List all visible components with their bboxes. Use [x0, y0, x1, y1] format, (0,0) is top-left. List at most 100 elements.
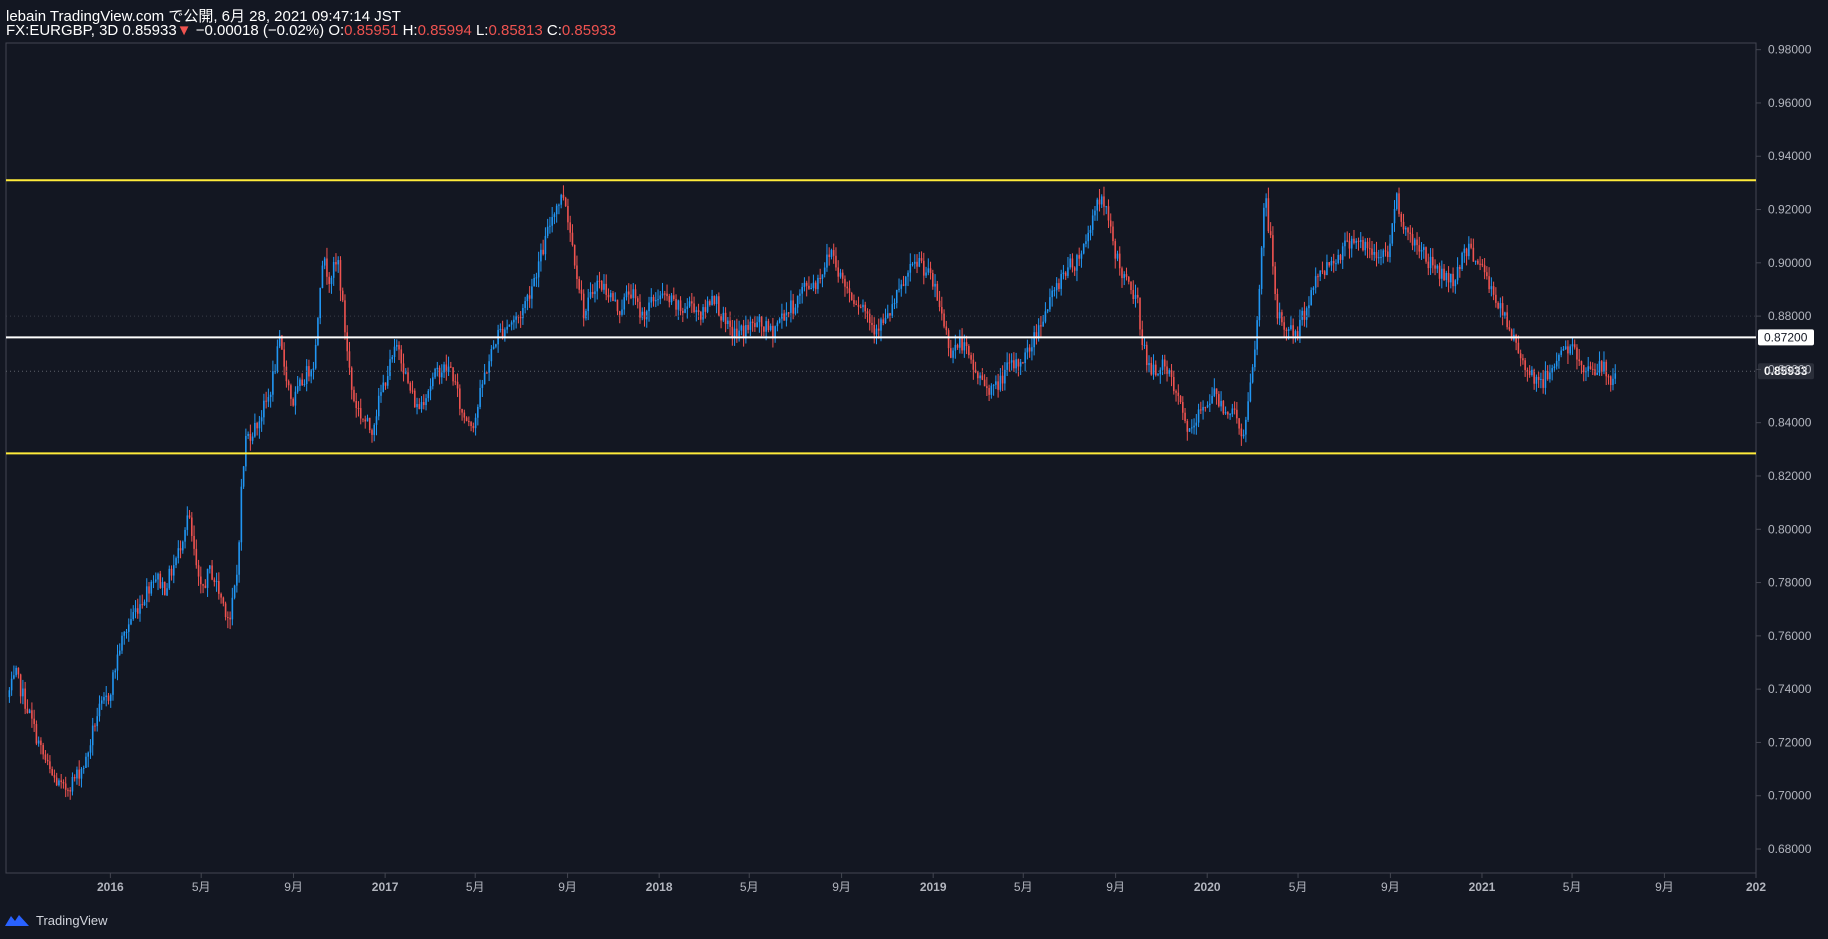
- candle: [1215, 388, 1218, 405]
- candle-body: [141, 604, 144, 606]
- candle-body: [432, 377, 434, 387]
- candle-body: [519, 317, 522, 319]
- candle-body: [1495, 294, 1497, 303]
- candle: [1585, 367, 1587, 382]
- candle-body: [71, 777, 74, 792]
- time-axis[interactable]: 2016 5月 9月 2017 5月 9月 2018 5月 9月 2019 5月 9月 2020 5月 9月…: [97, 873, 1766, 894]
- candle: [477, 404, 479, 426]
- candle-body: [112, 672, 114, 695]
- candle: [965, 335, 968, 355]
- candle-body: [756, 322, 758, 327]
- candle-body: [727, 320, 729, 325]
- candle: [127, 618, 130, 642]
- candle: [639, 294, 641, 324]
- candle: [792, 293, 794, 320]
- candle: [859, 304, 862, 309]
- candle-body: [911, 263, 914, 265]
- candle: [1537, 371, 1540, 388]
- footer-brand[interactable]: TradingView: [36, 913, 108, 928]
- candle: [1254, 340, 1256, 371]
- time-tick-label: 9月: [558, 880, 577, 894]
- candle: [486, 371, 488, 374]
- candle-body: [578, 278, 580, 290]
- candle: [422, 394, 425, 410]
- candle-body: [567, 205, 569, 223]
- candle: [875, 324, 878, 345]
- candle: [91, 717, 94, 756]
- candle-body: [1204, 407, 1207, 409]
- candle-body: [711, 296, 713, 305]
- candle-body: [997, 381, 999, 390]
- candle: [1182, 396, 1184, 420]
- candle-body: [364, 419, 367, 422]
- candle: [332, 256, 335, 286]
- candle-body: [407, 372, 409, 383]
- candle: [1139, 297, 1141, 336]
- time-tick-label: 5月: [1563, 880, 1582, 894]
- price-chart[interactable]: 0.872000.85933 0.68000 0.70000 0.72000 0.74…: [0, 0, 1828, 939]
- candle: [341, 287, 344, 303]
- candle-body: [395, 344, 398, 347]
- candle: [1450, 273, 1452, 289]
- candle-body: [319, 287, 321, 319]
- candle: [179, 540, 182, 559]
- candle-body: [941, 307, 943, 314]
- candle-body: [1195, 422, 1198, 426]
- candle: [1249, 373, 1252, 403]
- candle: [236, 564, 238, 593]
- candle: [1321, 261, 1324, 275]
- candle-body: [1053, 290, 1056, 292]
- candle-body: [1407, 227, 1409, 233]
- candle: [1432, 248, 1434, 274]
- candle: [348, 341, 351, 375]
- candle: [380, 384, 382, 403]
- candle-body: [1418, 245, 1421, 252]
- candle: [1197, 403, 1200, 428]
- candle-body: [1323, 271, 1326, 276]
- candle-body: [522, 307, 524, 319]
- candle-body: [206, 568, 209, 588]
- candle-body: [1569, 346, 1571, 354]
- candle-body: [1105, 206, 1108, 208]
- candle: [889, 312, 891, 322]
- candle-body: [535, 277, 538, 279]
- candle: [267, 388, 270, 408]
- candle-body: [1256, 320, 1258, 350]
- candle-body: [1578, 359, 1580, 362]
- candle: [1148, 355, 1150, 373]
- candle-body: [972, 359, 975, 370]
- candle: [1357, 237, 1360, 251]
- candle-body: [240, 486, 243, 543]
- candle: [1490, 277, 1493, 297]
- candle-body: [454, 381, 457, 383]
- candle-body: [341, 290, 344, 301]
- candle: [314, 338, 317, 370]
- candle-body: [598, 280, 601, 282]
- candle: [677, 299, 680, 320]
- candle: [1019, 358, 1022, 375]
- candle-body: [1132, 290, 1135, 300]
- candle-body: [549, 225, 551, 227]
- candle: [22, 679, 24, 705]
- candle-body: [1265, 198, 1267, 208]
- price-tick-label: 0.70000: [1768, 789, 1812, 803]
- candle: [1567, 340, 1569, 364]
- candle: [479, 379, 481, 410]
- candle-body: [1567, 346, 1569, 354]
- candle: [904, 275, 907, 294]
- candle-body: [163, 581, 166, 596]
- candle: [504, 327, 506, 342]
- candle-body: [1001, 375, 1004, 384]
- candle-body: [918, 258, 921, 267]
- candle-body: [654, 300, 657, 302]
- candle: [182, 540, 184, 554]
- candle-body: [1537, 376, 1540, 380]
- candle-body: [1479, 263, 1481, 265]
- candle-body: [337, 260, 340, 265]
- candle-body: [299, 379, 301, 387]
- candle-body: [335, 261, 337, 265]
- candle: [1073, 266, 1076, 276]
- candle: [233, 584, 236, 600]
- candle: [1614, 364, 1617, 384]
- price-axis[interactable]: 0.68000 0.70000 0.72000 0.74000 0.76000 0.780…: [1756, 43, 1812, 856]
